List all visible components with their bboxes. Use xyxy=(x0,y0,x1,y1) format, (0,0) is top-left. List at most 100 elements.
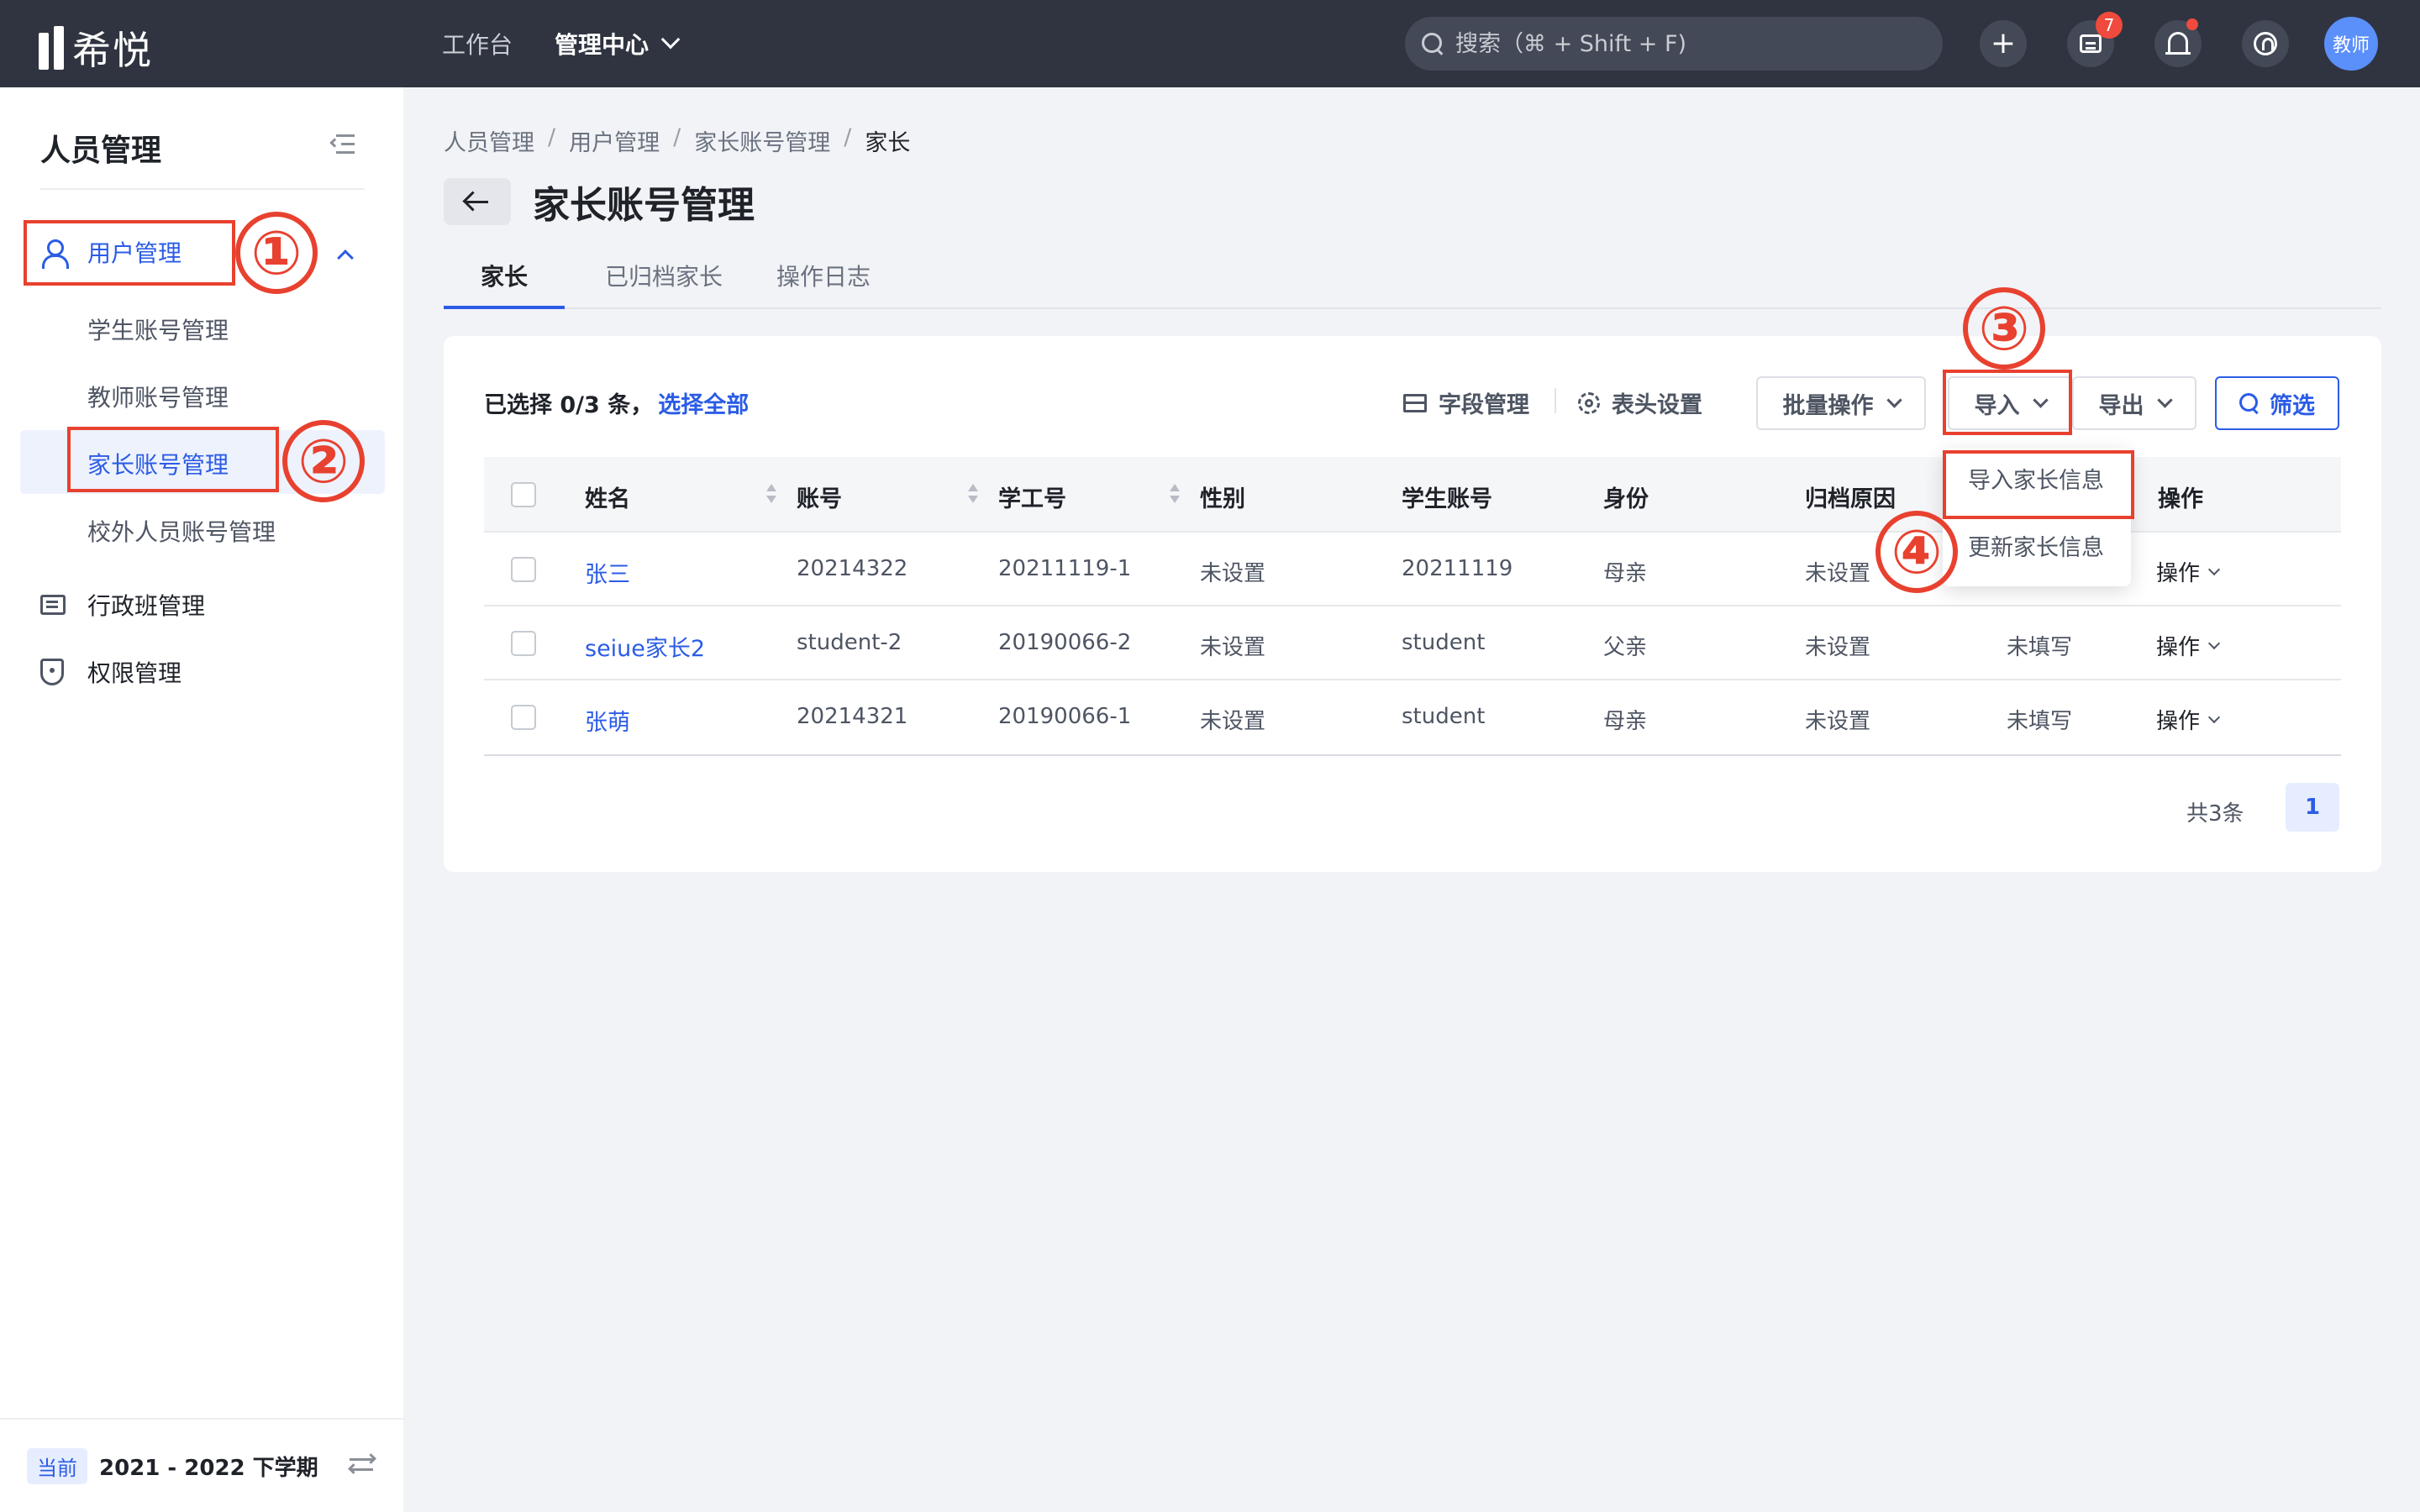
annotation-box-2 xyxy=(67,427,279,492)
pagination-page-1[interactable]: 1 xyxy=(2286,783,2339,832)
nav-workbench[interactable]: 工作台 xyxy=(442,27,513,60)
cell-extra: 未填写 xyxy=(2007,635,2073,660)
top-bar: 希悦 工作台 管理中心 + 7 教师 xyxy=(0,0,2420,87)
sidebar-item-admin-classes[interactable]: 行政班管理 xyxy=(40,588,205,622)
cell-gender: 未设置 xyxy=(1200,561,1266,586)
sort-icon[interactable] xyxy=(968,484,978,506)
arrow-left-icon xyxy=(466,200,488,203)
app-logo[interactable]: 希悦 xyxy=(39,20,153,76)
chevron-up-icon[interactable] xyxy=(337,249,354,266)
column-header-student-account: 学生账号 xyxy=(1402,486,1492,512)
avatar[interactable]: 教师 xyxy=(2324,17,2378,71)
bell-icon xyxy=(2165,32,2191,55)
column-header-work-no[interactable]: 学工号 xyxy=(998,480,1066,513)
breadcrumb-separator: / xyxy=(844,124,852,150)
annotation-box-4 xyxy=(1943,450,2134,519)
header-settings-button[interactable]: 表头设置 xyxy=(1578,386,1702,419)
nav-admin-center[interactable]: 管理中心 xyxy=(555,27,681,60)
chevron-down-icon xyxy=(2156,391,2173,408)
sort-icon[interactable] xyxy=(1170,484,1180,506)
plus-icon: + xyxy=(1990,26,2017,60)
row-checkbox[interactable] xyxy=(511,557,536,582)
shield-icon xyxy=(40,659,64,685)
breadcrumb-separator: / xyxy=(673,124,681,150)
class-icon xyxy=(40,595,66,615)
select-all-link[interactable]: 选择全部 xyxy=(658,392,749,418)
parent-name-link[interactable]: 张三 xyxy=(585,556,630,589)
sort-icon[interactable] xyxy=(766,484,776,506)
export-label: 导出 xyxy=(2098,392,2144,419)
annotation-number-1: ① xyxy=(235,212,318,294)
field-manage-button[interactable]: 字段管理 xyxy=(1403,386,1529,419)
table-row: seiue家长2 student-2 20190066-2 未设置 studen… xyxy=(484,606,2341,680)
term-selector[interactable]: 当前 2021 - 2022 下学期 xyxy=(27,1448,318,1484)
field-list-icon xyxy=(1403,393,1427,412)
toolbar-divider xyxy=(1555,388,1556,413)
row-checkbox[interactable] xyxy=(511,705,536,730)
tab-parents[interactable]: 家长 xyxy=(481,259,528,292)
help-icon xyxy=(2254,32,2277,55)
batch-actions-dropdown[interactable]: 批量操作 xyxy=(1756,376,1926,430)
tab-archived-parents[interactable]: 已归档家长 xyxy=(605,259,723,292)
breadcrumb-item-parent-accounts[interactable]: 家长账号管理 xyxy=(694,124,830,157)
notifications-button[interactable] xyxy=(2154,18,2202,67)
cell-archive-reason: 未设置 xyxy=(1805,561,1871,586)
tab-operation-log[interactable]: 操作日志 xyxy=(776,259,871,292)
row-actions-dropdown[interactable]: 操作 xyxy=(2156,704,2221,735)
parent-name-link[interactable]: 张萌 xyxy=(585,704,630,737)
select-all-checkbox[interactable] xyxy=(511,482,536,507)
page-title: 家长账号管理 xyxy=(533,184,755,227)
batch-actions-label: 批量操作 xyxy=(1782,392,1874,419)
create-button[interactable]: + xyxy=(1980,20,2027,67)
pagination-total: 共3条 xyxy=(2186,801,2244,827)
column-header-account[interactable]: 账号 xyxy=(797,480,842,513)
column-header-name[interactable]: 姓名 xyxy=(585,480,630,513)
row-checkbox[interactable] xyxy=(511,631,536,656)
filter-button[interactable]: 筛选 xyxy=(2215,376,2339,430)
cell-archive-reason: 未设置 xyxy=(1805,709,1871,734)
row-actions-dropdown[interactable]: 操作 xyxy=(2156,630,2221,661)
breadcrumb-separator: / xyxy=(548,124,556,150)
selection-count: 已选择 0/3 条， xyxy=(484,392,654,418)
logo-mark-icon xyxy=(39,26,64,70)
cell-identity: 母亲 xyxy=(1603,561,1648,586)
export-dropdown[interactable]: 导出 xyxy=(2072,376,2196,430)
help-button[interactable] xyxy=(2242,20,2289,67)
content-card: 已选择 0/3 条， 选择全部 字段管理 表头设置 批量操作 导入 导出 筛选 姓… xyxy=(444,336,2381,872)
logo-text: 希悦 xyxy=(72,28,153,73)
cell-work-no: 20190066-2 xyxy=(998,630,1132,655)
row-actions-dropdown[interactable]: 操作 xyxy=(2156,556,2221,587)
annotation-number-4: ④ xyxy=(1876,511,1958,593)
back-button[interactable] xyxy=(444,178,511,225)
column-header-gender: 性别 xyxy=(1200,486,1245,512)
term-label: 2021 - 2022 下学期 xyxy=(99,1456,318,1481)
message-icon xyxy=(2080,34,2102,53)
active-tab-indicator xyxy=(444,306,565,309)
chevron-down-icon xyxy=(2207,563,2221,575)
cell-account: student-2 xyxy=(797,630,902,655)
gear-icon xyxy=(1578,391,1600,414)
annotation-number-2: ② xyxy=(282,420,365,502)
sidebar-item-permissions[interactable]: 权限管理 xyxy=(40,655,182,689)
global-search[interactable] xyxy=(1405,17,1943,71)
breadcrumb-item-people[interactable]: 人员管理 xyxy=(444,124,534,157)
menu-item-update-parent-info[interactable]: 更新家长信息 xyxy=(1968,529,2104,562)
top-nav: 工作台 管理中心 xyxy=(442,0,681,87)
chevron-down-icon xyxy=(2207,711,2221,723)
message-count-badge: 7 xyxy=(2096,12,2123,39)
swap-term-icon[interactable] xyxy=(348,1453,376,1475)
parent-name-link[interactable]: seiue家长2 xyxy=(585,630,705,663)
tab-bar: 家长 已归档家长 操作日志 xyxy=(444,252,2381,309)
avatar-label: 教师 xyxy=(2332,35,2370,56)
sidebar-title: 人员管理 xyxy=(40,134,162,168)
breadcrumb-item-users[interactable]: 用户管理 xyxy=(569,124,660,157)
current-term-badge: 当前 xyxy=(27,1448,87,1484)
messages-button[interactable]: 7 xyxy=(2067,12,2123,67)
sidebar-item-student-accounts[interactable]: 学生账号管理 xyxy=(87,312,229,346)
annotation-number-3: ③ xyxy=(1963,287,2045,370)
chevron-down-icon xyxy=(660,29,681,50)
sidebar-item-teacher-accounts[interactable]: 教师账号管理 xyxy=(87,380,229,413)
sidebar-item-external-accounts[interactable]: 校外人员账号管理 xyxy=(87,514,276,548)
search-input[interactable] xyxy=(1455,30,1926,57)
collapse-sidebar-icon[interactable] xyxy=(329,134,355,155)
